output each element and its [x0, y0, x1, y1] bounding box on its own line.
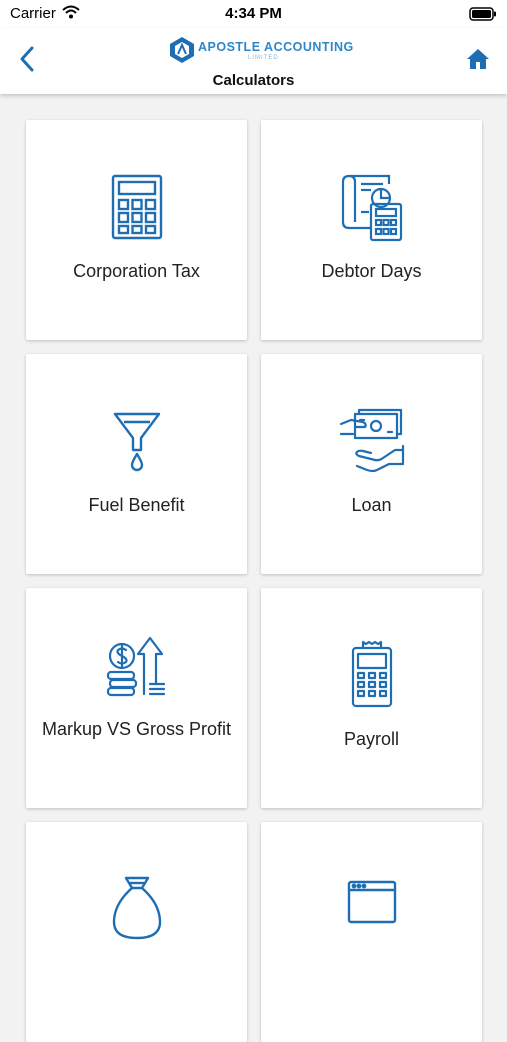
calculator-card-debtor-days[interactable]: Debtor Days [261, 120, 482, 340]
logo-subtext: LIMITED [248, 55, 279, 61]
dollar-coins-arrow-icon [102, 632, 172, 702]
calculator-card-label: Debtor Days [321, 261, 422, 281]
document-calculator-icon [337, 172, 407, 242]
logo-text: APOSTLE ACCOUNTING [198, 40, 354, 54]
cash-hand-icon [337, 406, 407, 476]
calculator-card-payroll[interactable]: Payroll [261, 588, 482, 808]
browser-window-icon [337, 878, 407, 948]
calculator-card-fuel-benefit[interactable]: Fuel Benefit [26, 354, 247, 574]
calculator-card-loan[interactable]: Loan [261, 354, 482, 574]
calculator-card-label: Loan [351, 495, 392, 515]
funnel-drop-icon [102, 406, 172, 476]
calculator-card-8[interactable] [261, 822, 482, 1042]
money-bag-icon [102, 874, 172, 944]
calculator-card-label: Fuel Benefit [88, 495, 185, 515]
calculator-card-7[interactable] [26, 822, 247, 1042]
status-bar: Carrier 4:34 PM [0, 0, 507, 28]
calculator-card-markup-vs-gross-profit[interactable]: Markup VS Gross Profit [26, 588, 247, 808]
calculator-card-label: Payroll [343, 729, 400, 749]
clock-time: 4:34 PM [225, 5, 282, 22]
calculator-card-label: Markup VS Gross Profit [41, 719, 232, 739]
home-icon [467, 49, 489, 69]
calculator-icon [102, 172, 172, 242]
company-logo: APOSTLE ACCOUNTING LIMITED [168, 36, 353, 66]
calculator-card-label: Corporation Tax [73, 261, 200, 281]
calculator-card-corporation-tax[interactable]: Corporation Tax [26, 120, 247, 340]
logo-mark-icon [170, 37, 194, 63]
navigation-bar: APOSTLE ACCOUNTING LIMITED Calculators [0, 28, 507, 94]
battery-icon [469, 7, 497, 21]
back-button[interactable] [14, 44, 42, 74]
home-button[interactable] [465, 46, 491, 72]
page-title: Calculators [212, 72, 295, 89]
payment-terminal-icon [337, 640, 407, 710]
chevron-left-icon [20, 46, 34, 72]
